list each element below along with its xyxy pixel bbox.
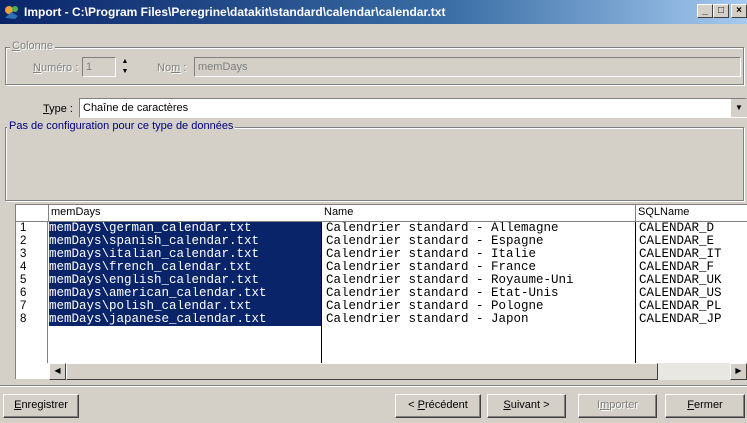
suivant-button[interactable]: Suivant > (487, 394, 566, 418)
column-header-sqlname[interactable]: SQLName (636, 205, 747, 222)
row-number: 1 (20, 222, 27, 234)
table-cell-name[interactable]: Calendrier standard - Italie (326, 248, 635, 261)
row-number: 3 (20, 248, 27, 260)
table-cell-memdays[interactable]: memDays\german_calendar.txt (49, 222, 321, 235)
close-button[interactable]: × (731, 4, 747, 18)
table-cell-name[interactable]: Calendrier standard - Espagne (326, 235, 635, 248)
table-cell-name[interactable]: Calendrier standard - Japon (326, 313, 635, 326)
table-cell-name[interactable]: Calendrier standard - France (326, 261, 635, 274)
table-cell-sqlname[interactable]: CALENDAR_E (639, 235, 747, 248)
app-icon (3, 4, 20, 20)
row-number: 2 (20, 235, 27, 247)
table-cell-sqlname[interactable]: CALENDAR_UK (639, 274, 747, 287)
table-cell-memdays[interactable]: memDays\polish_calendar.txt (49, 300, 321, 313)
maximize-button[interactable]: □ (713, 4, 729, 18)
type-label: Type : (43, 103, 73, 115)
config-group (5, 127, 744, 201)
column-header-name[interactable]: Name (322, 205, 636, 222)
separator (0, 385, 747, 387)
table-cell-sqlname[interactable]: CALENDAR_F (639, 261, 747, 274)
title-bar[interactable]: Import - C:\Program Files\Peregrine\data… (0, 0, 747, 24)
import-dialog: Import - C:\Program Files\Peregrine\data… (0, 0, 747, 423)
row-number: 7 (20, 300, 27, 312)
column-header-memdays[interactable]: memDays (49, 205, 338, 222)
scroll-thumb[interactable] (66, 363, 658, 380)
horizontal-scrollbar[interactable]: ◀ ▶ (49, 363, 747, 380)
window-title: Import - C:\Program Files\Peregrine\data… (24, 5, 446, 19)
fermer-button[interactable]: Fermer (665, 394, 745, 418)
table-cell-memdays[interactable]: memDays\spanish_calendar.txt (49, 235, 321, 248)
table-cell-sqlname[interactable]: CALENDAR_IT (639, 248, 747, 261)
table-cell-name[interactable]: Calendrier standard - Allemagne (326, 222, 635, 235)
table-cell-name[interactable]: Calendrier standard - Pologne (326, 300, 635, 313)
table-cell-memdays[interactable]: memDays\french_calendar.txt (49, 261, 321, 274)
scroll-left-arrow-icon[interactable]: ◀ (49, 363, 66, 380)
numero-field[interactable]: 1 (82, 57, 116, 77)
column-divider (635, 222, 636, 363)
spin-down-arrow-icon[interactable]: ▼ (118, 67, 132, 77)
row-number: 8 (20, 313, 27, 325)
numero-label: Numéro : (33, 62, 79, 74)
table-cell-sqlname[interactable]: CALENDAR_D (639, 222, 747, 235)
importer-button[interactable]: Importer (578, 394, 657, 418)
table-cell-sqlname[interactable]: CALENDAR_JP (639, 313, 747, 326)
table-cell-memdays[interactable]: memDays\japanese_calendar.txt (49, 313, 321, 326)
row-header-corner (16, 205, 49, 222)
table-cell-memdays[interactable]: memDays\american_calendar.txt (49, 287, 321, 300)
row-number: 6 (20, 287, 27, 299)
enregistrer-button[interactable]: Enregistrer (3, 394, 79, 418)
row-number: 5 (20, 274, 27, 286)
row-number: 4 (20, 261, 27, 273)
colonne-group-label: Colonne (10, 40, 55, 52)
column-divider (321, 222, 322, 363)
spin-up-arrow-icon[interactable]: ▲ (118, 57, 132, 67)
table-cell-name[interactable]: Calendrier standard - Royaume-Uni (326, 274, 635, 287)
nom-label: Nom : (157, 62, 187, 74)
import-preview-table[interactable]: memDays Name SQLName 1 memDays\german_cal… (15, 204, 747, 380)
numero-stepper[interactable]: ▲ ▼ (118, 57, 132, 77)
minimize-button[interactable]: _ (697, 4, 713, 18)
table-cell-sqlname[interactable]: CALENDAR_PL (639, 300, 747, 313)
table-cell-sqlname[interactable]: CALENDAR_US (639, 287, 747, 300)
config-message: Pas de configuration pour ce type de don… (7, 120, 236, 132)
table-cell-memdays[interactable]: memDays\italian_calendar.txt (49, 248, 321, 261)
precedent-button[interactable]: < Précédent (395, 394, 481, 418)
table-cell-name[interactable]: Calendrier standard - Etat-Unis (326, 287, 635, 300)
combo-dropdown-arrow-icon[interactable]: ▼ (731, 99, 747, 117)
type-select[interactable]: Chaîne de caractères (79, 98, 747, 118)
nom-field[interactable]: memDays (194, 57, 741, 77)
scroll-right-arrow-icon[interactable]: ▶ (730, 363, 747, 380)
table-cell-memdays[interactable]: memDays\english_calendar.txt (49, 274, 321, 287)
